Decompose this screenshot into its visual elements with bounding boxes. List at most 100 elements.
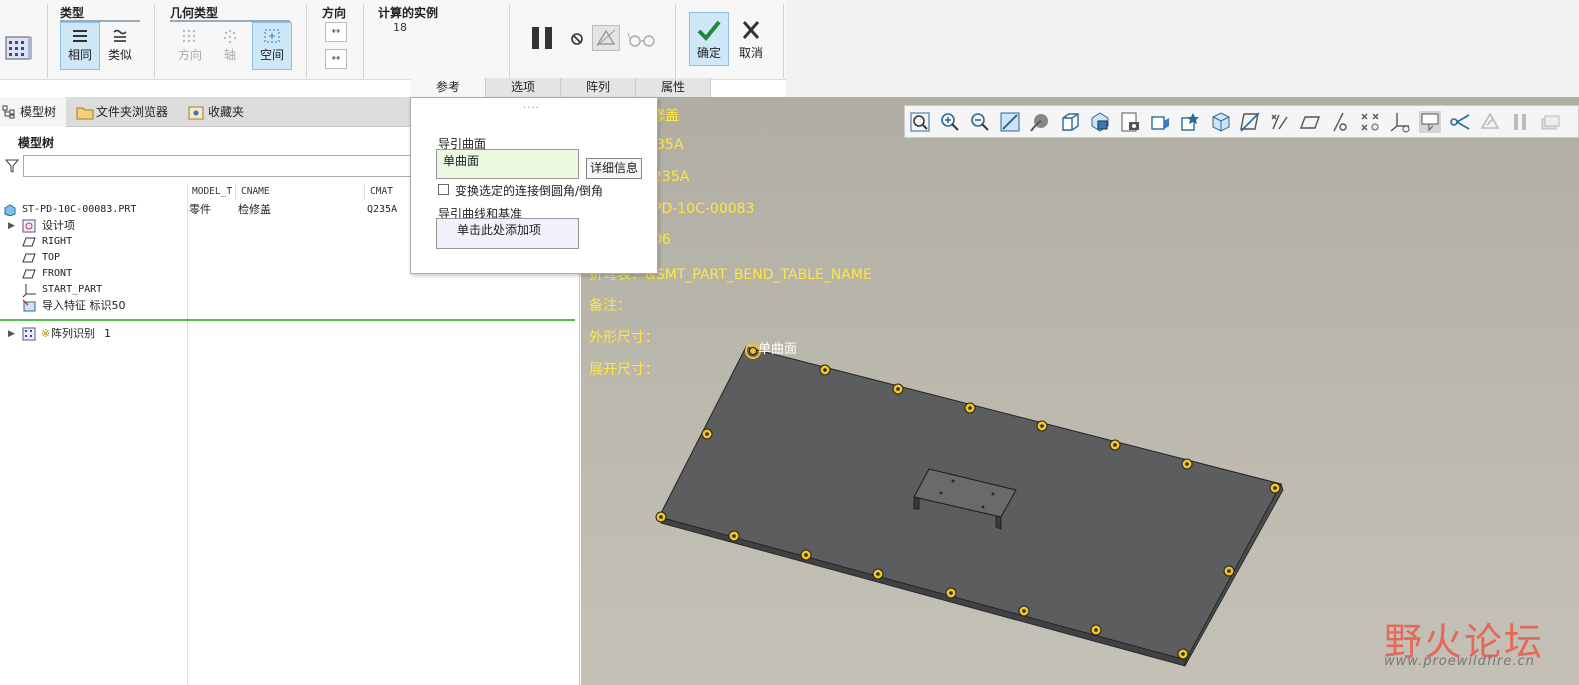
tab-pattern[interactable]: 阵列 — [561, 78, 636, 97]
axis-tag-icon[interactable] — [1329, 111, 1351, 133]
direction-group-title: 方向 — [322, 6, 347, 20]
model-tree-search-input[interactable] — [23, 155, 453, 177]
design-item-icon — [22, 219, 36, 233]
guide-surface-collector[interactable]: 单曲面 — [436, 149, 579, 179]
direction-flip-button-2[interactable]: ↔ — [325, 49, 347, 69]
annotation-display-icon[interactable] — [1419, 111, 1441, 133]
graphics-viewport[interactable]: 修盖 35A 235A PD-10C-00083 06 折弯表：&SMT_PAR… — [581, 97, 1579, 685]
surface-label: 单曲面 — [758, 342, 798, 357]
replace-rounds-checkbox[interactable] — [438, 184, 449, 195]
view-snapshot-icon[interactable] — [1119, 111, 1141, 133]
refit-icon[interactable] — [909, 111, 931, 133]
ribbon-empty-area — [786, 0, 1579, 97]
similar-type-button[interactable]: 类似 — [100, 22, 140, 70]
same-type-button[interactable]: 相同 — [60, 22, 100, 70]
cancel-button[interactable]: 取消 — [731, 12, 771, 66]
no-preview-icon[interactable] — [569, 31, 585, 47]
folder-icon — [76, 107, 94, 120]
tab-folder-browser[interactable]: 文件夹浏览器 — [74, 97, 179, 127]
separator — [783, 4, 784, 78]
tree-item-front[interactable]: FRONT — [0, 266, 180, 282]
axis-display-icon[interactable] — [1269, 111, 1291, 133]
model-tree-icon — [2, 105, 15, 119]
view-manager-icon[interactable] — [1089, 111, 1111, 133]
similar-icon — [113, 29, 127, 42]
space-geometry-button[interactable]: 空间 — [252, 22, 292, 70]
csys-display-icon[interactable] — [1389, 111, 1411, 133]
tab-favorites-label: 收藏夹 — [208, 105, 245, 119]
tree-item-label: 设计项 — [42, 219, 75, 232]
expand-arrow-icon[interactable]: ▶ — [8, 218, 15, 234]
saved-orientations-icon[interactable] — [1059, 111, 1081, 133]
cancel-label: 取消 — [738, 46, 763, 60]
display-style-icon[interactable] — [1029, 111, 1051, 133]
direction-flip-button-1[interactable]: ↔ — [325, 22, 347, 42]
datum-plane-icon — [22, 237, 36, 247]
tree-item-import-feature[interactable]: 导入特征 标识50 — [0, 298, 180, 314]
part-cname: 检修盖 — [238, 203, 271, 216]
tree-item-design-items[interactable]: ▶ 设计项 — [0, 218, 180, 234]
guide-curves-placeholder: 单击此处添加项 — [457, 223, 542, 237]
pattern-number: 1 — [104, 327, 111, 340]
shading-icon[interactable] — [1209, 111, 1231, 133]
named-view-icon[interactable] — [1149, 111, 1171, 133]
regenerate-icon[interactable] — [1479, 111, 1501, 133]
computed-instances-value: 18 — [393, 21, 407, 34]
details-button[interactable]: 详细信息 — [586, 158, 642, 179]
datum-plane-icon — [22, 253, 36, 263]
check-icon — [697, 20, 721, 41]
column-header-model-type[interactable]: MODEL_T — [188, 184, 236, 200]
direction-geometry-button[interactable]: 方向 — [170, 22, 210, 70]
references-panel: .... 导引曲面 单曲面 详细信息 变换选定的连接倒圆角/倒角 导引曲线和基准… — [410, 97, 658, 274]
app-window: 类型 相同 类似 几何类型 方向 轴 空间 方向 ↔ ↔ 计算的实例 18 确定… — [0, 0, 1579, 685]
tree-item-label: 导入特征 标识50 — [42, 299, 126, 312]
insert-here-marker[interactable] — [0, 319, 575, 321]
column-header-cmat[interactable]: CMAT — [366, 184, 411, 200]
zoom-out-icon[interactable] — [969, 111, 991, 133]
panel-grip[interactable]: .... — [523, 100, 540, 111]
column-header-cname[interactable]: CNAME — [237, 184, 365, 200]
point-display-icon[interactable] — [1359, 111, 1381, 133]
same-label: 相同 — [67, 48, 92, 62]
part-model-type: 零件 — [189, 203, 211, 216]
repaint-icon[interactable] — [999, 111, 1021, 133]
tree-item-pattern[interactable]: ▶ ※ 阵列识别 1 — [0, 326, 180, 342]
tree-item-top[interactable]: TOP — [0, 250, 180, 266]
feature-preview-icon[interactable] — [592, 25, 620, 51]
tab-references[interactable]: 参考 — [411, 78, 486, 97]
expand-arrow-icon[interactable]: ▶ — [8, 326, 15, 342]
tab-folder-browser-label: 文件夹浏览器 — [96, 105, 169, 119]
tab-options[interactable]: 选项 — [486, 78, 561, 97]
part-model[interactable] — [581, 97, 1579, 685]
plane-display-icon[interactable] — [1299, 111, 1321, 133]
pattern-icon — [22, 327, 36, 341]
pause-icon[interactable] — [530, 26, 556, 50]
spin-center-toggle-icon[interactable] — [1449, 111, 1471, 133]
type-group-title: 类型 — [60, 6, 85, 20]
space-geometry-label: 空间 — [259, 48, 284, 62]
separator — [306, 4, 307, 78]
tab-model-tree[interactable]: 模型树 — [0, 97, 66, 127]
spin-center-icon[interactable] — [1179, 111, 1201, 133]
datum-plane-icon — [22, 269, 36, 279]
axis-geometry-button[interactable]: 轴 — [210, 22, 250, 70]
guide-curves-collector[interactable]: 单击此处添加项 — [436, 218, 579, 249]
direction-dots-icon — [182, 29, 196, 43]
tree-item-start-part[interactable]: START_PART — [0, 282, 180, 298]
layer-icon[interactable] — [1539, 111, 1561, 133]
tree-item-label: FRONT — [42, 268, 73, 279]
separator — [363, 4, 364, 78]
filter-icon[interactable] — [5, 159, 19, 173]
zoom-in-icon[interactable] — [939, 111, 961, 133]
favorites-icon — [188, 106, 204, 120]
computed-instances-title: 计算的实例 — [378, 6, 439, 20]
tab-favorites[interactable]: 收藏夹 — [186, 97, 266, 127]
part-cmat: Q235A — [367, 204, 398, 215]
table-row[interactable]: ST-PD-10C-00083.PRT 零件 检修盖 Q235A — [0, 202, 420, 218]
pause-view-icon[interactable] — [1509, 111, 1531, 133]
confirm-button[interactable]: 确定 — [689, 12, 729, 66]
tab-properties[interactable]: 属性 — [636, 78, 711, 97]
tree-item-right[interactable]: RIGHT — [0, 234, 180, 250]
glasses-icon[interactable] — [627, 30, 657, 48]
datum-display-icon[interactable] — [1239, 111, 1261, 133]
